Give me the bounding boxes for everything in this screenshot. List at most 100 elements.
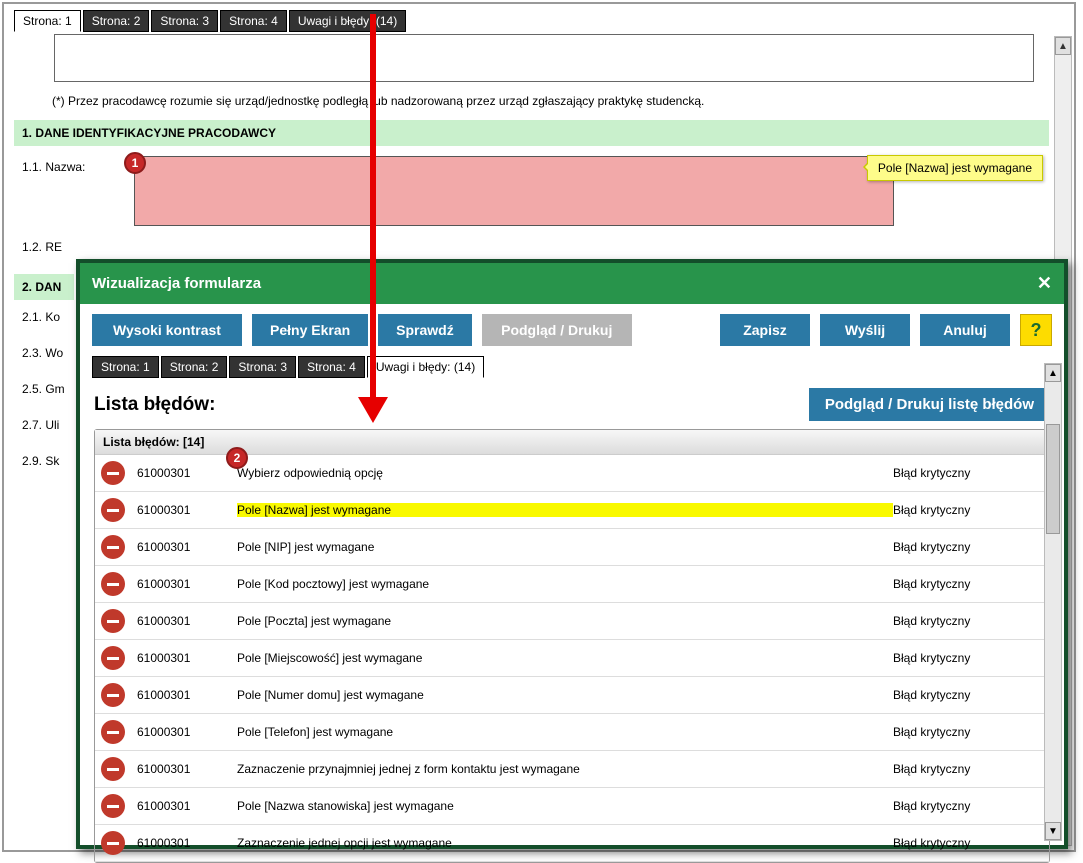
error-type: Błąd krytyczny [893,466,1043,480]
error-icon [101,757,125,781]
modal-tab-3[interactable]: Strona: 3 [229,356,296,378]
scroll-up-icon[interactable]: ▲ [1055,37,1071,55]
bg-tab-1[interactable]: Strona: 1 [14,10,81,32]
bg-tab-4[interactable]: Strona: 4 [220,10,287,32]
bg-tab-3[interactable]: Strona: 3 [151,10,218,32]
error-code: 61000301 [137,577,237,591]
check-button[interactable]: Sprawdź [378,314,472,346]
bg-tabs: Strona: 1 Strona: 2 Strona: 3 Strona: 4 … [14,10,406,32]
cancel-button[interactable]: Anuluj [920,314,1010,346]
error-row[interactable]: 61000301Pole [NIP] jest wymaganeBłąd kry… [95,529,1049,566]
modal-toolbar: Wysoki kontrast Pełny Ekran Sprawdź Podg… [80,304,1064,356]
modal-dialog: Wizualizacja formularza ✕ Wysoki kontras… [76,259,1068,849]
tooltip-nazwa: Pole [Nazwa] jest wymagane [867,155,1043,181]
modal-scroll-thumb[interactable] [1046,424,1060,534]
error-type: Błąd krytyczny [893,836,1043,850]
error-type: Błąd krytyczny [893,614,1043,628]
modal-tab-4[interactable]: Strona: 4 [298,356,365,378]
error-icon [101,498,125,522]
error-type: Błąd krytyczny [893,688,1043,702]
error-row[interactable]: 61000301Pole [Kod pocztowy] jest wymagan… [95,566,1049,603]
modal-scroll-up-icon[interactable]: ▲ [1045,364,1061,382]
error-icon [101,572,125,596]
error-code: 61000301 [137,503,237,517]
error-row[interactable]: 61000301Pole [Poczta] jest wymaganeBłąd … [95,603,1049,640]
error-icon [101,720,125,744]
error-icon [101,831,125,855]
error-code: 61000301 [137,799,237,813]
error-message: Pole [Numer domu] jest wymagane [237,688,893,702]
error-type: Błąd krytyczny [893,540,1043,554]
error-code: 61000301 [137,466,237,480]
error-row[interactable]: 61000301Pole [Nazwa] jest wymaganeBłąd k… [95,492,1049,529]
error-message: Pole [Telefon] jest wymagane [237,725,893,739]
error-row[interactable]: 61000301Pole [Miejscowość] jest wymagane… [95,640,1049,677]
modal-tab-1[interactable]: Strona: 1 [92,356,159,378]
error-row[interactable]: 61000301Zaznaczenie przynajmniej jednej … [95,751,1049,788]
step-badge-2: 2 [226,447,248,469]
input-nazwa[interactable]: ▼ Pole [Nazwa] jest wymagane [134,156,894,226]
modal-tabs: Strona: 1 Strona: 2 Strona: 3 Strona: 4 … [80,356,1064,378]
bg-tab-errors[interactable]: Uwagi i błędy: (14) [289,10,406,32]
save-button[interactable]: Zapisz [720,314,810,346]
error-message: Pole [Nazwa stanowiska] jest wymagane [237,799,893,813]
error-message: Pole [Poczta] jest wymagane [237,614,893,628]
error-type: Błąd krytyczny [893,651,1043,665]
label-nazwa: 1.1. Nazwa: [14,156,134,174]
error-icon [101,794,125,818]
error-icon [101,683,125,707]
send-button[interactable]: Wyślij [820,314,910,346]
error-icon [101,535,125,559]
error-list-title: Lista błędów: [94,394,215,416]
preview-button[interactable]: Podgląd / Drukuj [482,314,632,346]
error-code: 61000301 [137,762,237,776]
modal-scrollbar[interactable]: ▲ ▼ [1044,363,1062,841]
error-code: 61000301 [137,836,237,850]
step-badge-1: 1 [124,152,146,174]
error-message: Pole [Nazwa] jest wymagane [237,503,893,517]
bg-section2-header-partial: 2. DAN [14,274,74,300]
bg-top-input[interactable] [54,34,1034,82]
error-icon [101,646,125,670]
error-row[interactable]: 61000301Pole [Numer domu] jest wymaganeB… [95,677,1049,714]
error-code: 61000301 [137,725,237,739]
error-panel: Lista błędów: [14] 61000301Wybierz odpow… [94,429,1050,863]
error-type: Błąd krytyczny [893,577,1043,591]
error-row[interactable]: 61000301Zaznaczenie jednej opcji jest wy… [95,825,1049,862]
modal-tab-errors[interactable]: Uwagi i błędy: (14) [367,356,484,378]
error-code: 61000301 [137,688,237,702]
error-message: Zaznaczenie przynajmniej jednej z form k… [237,762,893,776]
annotation-arrow [370,14,376,414]
print-errors-button[interactable]: Podgląd / Drukuj listę błędów [809,388,1050,421]
error-type: Błąd krytyczny [893,503,1043,517]
error-type: Błąd krytyczny [893,799,1043,813]
contrast-button[interactable]: Wysoki kontrast [92,314,242,346]
error-message: Zaznaczenie jednej opcji jest wymagane [237,836,893,850]
error-icon [101,609,125,633]
outer-container: Strona: 1 Strona: 2 Strona: 3 Strona: 4 … [2,2,1076,852]
bg-tab-2[interactable]: Strona: 2 [83,10,150,32]
modal-header: Wizualizacja formularza ✕ [80,263,1064,304]
error-message: Pole [Kod pocztowy] jest wymagane [237,577,893,591]
error-code: 61000301 [137,540,237,554]
field-nazwa-row: 1.1. Nazwa: ▼ Pole [Nazwa] jest wymagane [14,156,1049,226]
error-message: Pole [NIP] jest wymagane [237,540,893,554]
error-row[interactable]: 61000301Pole [Nazwa stanowiska] jest wym… [95,788,1049,825]
modal-title: Wizualizacja formularza [92,275,261,292]
error-row[interactable]: 61000301Pole [Telefon] jest wymaganeBłąd… [95,714,1049,751]
label-12-partial: 1.2. RE [14,240,1049,254]
error-code: 61000301 [137,614,237,628]
error-message: Pole [Miejscowość] jest wymagane [237,651,893,665]
close-icon[interactable]: ✕ [1037,273,1052,294]
error-message: Wybierz odpowiednią opcję [237,466,893,480]
modal-scroll-down-icon[interactable]: ▼ [1045,822,1061,840]
modal-tab-2[interactable]: Strona: 2 [161,356,228,378]
help-icon[interactable]: ? [1020,314,1052,346]
bg-section1-header: 1. DANE IDENTYFIKACYJNE PRACODAWCY [14,120,1049,146]
error-icon [101,461,125,485]
error-type: Błąd krytyczny [893,762,1043,776]
bg-note-text: (*) Przez pracodawcę rozumie się urząd/j… [52,94,1049,108]
error-type: Błąd krytyczny [893,725,1043,739]
fullscreen-button[interactable]: Pełny Ekran [252,314,368,346]
modal-body: Lista błędów: Podgląd / Drukuj listę błę… [80,378,1064,853]
